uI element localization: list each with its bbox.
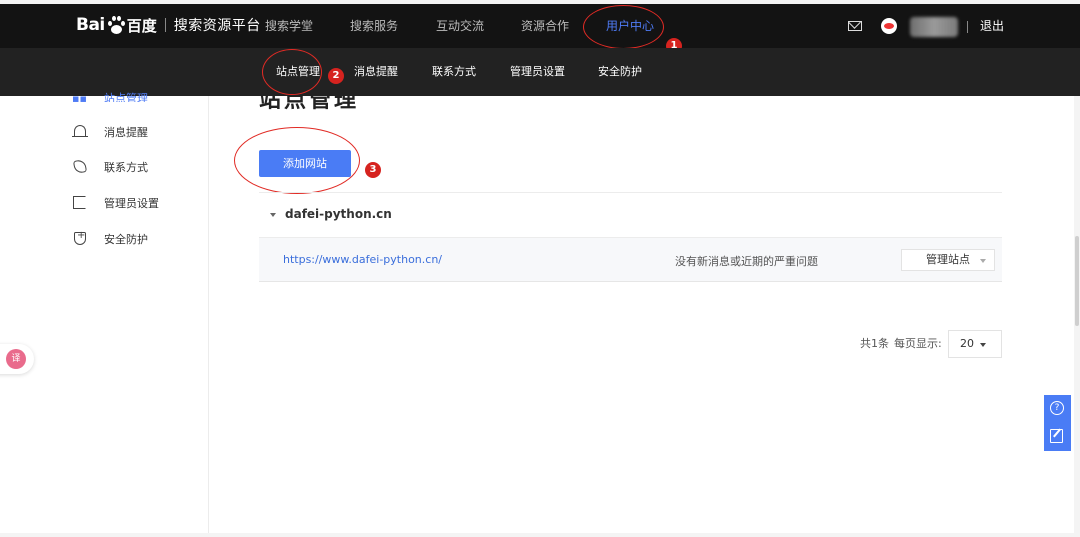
- highlight-ring-add-site: [234, 127, 360, 194]
- logout-link[interactable]: 退出: [980, 4, 1004, 48]
- site-url-link[interactable]: https://www.dafei-python.cn/: [283, 253, 442, 266]
- page-size-value: 20: [960, 337, 974, 350]
- header-divider: [967, 21, 968, 33]
- domain-name: dafei-python.cn: [285, 207, 392, 221]
- sidebar-item-label: 站点管理: [104, 92, 148, 102]
- chevron-down-icon: [980, 343, 986, 347]
- pagination-total: 共1条: [860, 337, 889, 350]
- mail-icon[interactable]: [848, 21, 862, 31]
- sidebar-item-label: 管理员设置: [104, 197, 159, 210]
- sidebar-item-contact[interactable]: 联系方式: [72, 158, 148, 176]
- bell-icon: [72, 124, 88, 140]
- annotation-badge-3: 3: [365, 162, 381, 178]
- avatar[interactable]: [881, 18, 897, 34]
- platform-name: 搜索资源平台: [173, 18, 261, 34]
- logo-cn: 百度: [126, 16, 157, 35]
- table-row: https://www.dafei-python.cn/ 没有新消息或近期的严重…: [259, 238, 1002, 282]
- sidebar: ▪▪ 站点管理 消息提醒 联系方式 管理员设置 安全防护: [0, 92, 209, 537]
- nav-search-academy[interactable]: 搜索学堂: [265, 4, 313, 48]
- site-status: 没有新消息或近期的严重问题: [675, 255, 818, 268]
- phone-icon: [72, 159, 88, 175]
- sidebar-item-message-alerts[interactable]: 消息提醒: [72, 123, 148, 141]
- nav-search-services[interactable]: 搜索服务: [350, 4, 398, 48]
- translate-widget[interactable]: 译: [0, 344, 34, 374]
- sidebar-item-label: 消息提醒: [104, 126, 148, 139]
- subnav-message-alerts[interactable]: 消息提醒: [354, 48, 398, 96]
- logo-latin: Bai: [76, 15, 105, 35]
- logo-divider: [164, 18, 166, 32]
- scrollbar-thumb[interactable]: [1075, 236, 1079, 326]
- nav-interaction[interactable]: 互动交流: [436, 4, 484, 48]
- annotation-badge-2: 2: [328, 68, 344, 84]
- window-bottom-border: [0, 533, 1080, 537]
- side-tools-panel: ?: [1044, 395, 1071, 451]
- baidu-logo[interactable]: Bai 百度 搜索资源平台: [76, 14, 261, 36]
- sidebar-item-label: 联系方式: [104, 161, 148, 174]
- help-icon[interactable]: ?: [1050, 401, 1064, 415]
- sidebar-item-security[interactable]: 安全防护: [72, 230, 148, 248]
- subnav-security[interactable]: 安全防护: [598, 48, 642, 96]
- caret-down-icon[interactable]: [270, 213, 276, 217]
- highlight-ring-user-center: [583, 5, 664, 49]
- subnav-admin-settings[interactable]: 管理员设置: [510, 48, 565, 96]
- page-size-select[interactable]: 20: [948, 330, 1002, 358]
- feedback-icon[interactable]: [1050, 429, 1063, 443]
- pagination-per-page-label: 每页显示:: [894, 337, 942, 350]
- highlight-ring-site-management: [262, 49, 322, 95]
- domain-group-header[interactable]: dafei-python.cn: [259, 193, 1002, 237]
- username-blurred[interactable]: [910, 17, 958, 37]
- admin-icon: [72, 195, 88, 211]
- nav-resource-cooperation[interactable]: 资源合作: [521, 4, 569, 48]
- sidebar-item-site-management[interactable]: ▪▪ 站点管理: [72, 90, 148, 102]
- manage-site-dropdown[interactable]: 管理站点: [901, 249, 995, 271]
- translate-icon: 译: [6, 349, 26, 369]
- sidebar-item-label: 安全防护: [104, 233, 148, 246]
- chevron-down-icon: [980, 259, 986, 263]
- paw-icon: [107, 16, 125, 34]
- subnav-contact[interactable]: 联系方式: [432, 48, 476, 96]
- manage-site-label: 管理站点: [926, 253, 970, 266]
- shield-icon: [72, 230, 88, 247]
- sidebar-item-admin-settings[interactable]: 管理员设置: [72, 194, 159, 212]
- grid-icon: ▪▪: [72, 92, 87, 102]
